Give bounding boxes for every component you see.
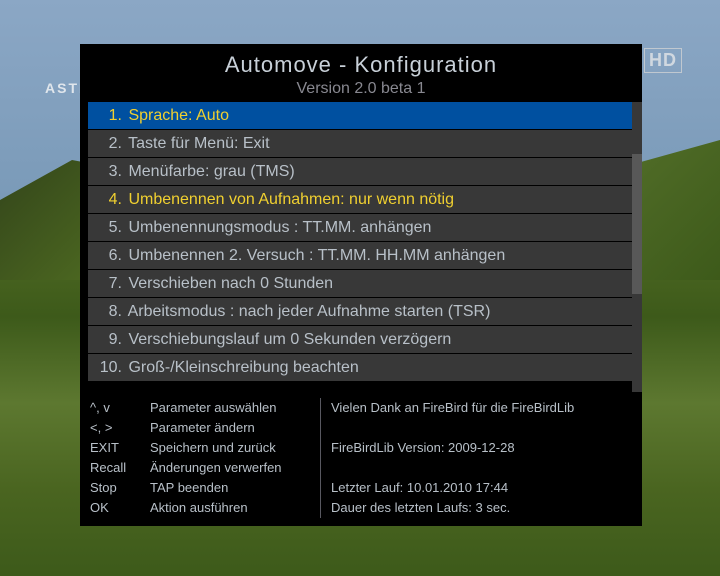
menu-item-label: Umbenennungsmodus : TT.MM. anhängen <box>124 219 431 236</box>
menu-list: 1. Sprache: Auto2. Taste für Menü: Exit3… <box>80 102 642 392</box>
menu-item-label: Menüfarbe: grau (TMS) <box>124 163 295 180</box>
menu-item-label: Verschieben nach 0 Stunden <box>124 275 333 292</box>
menu-item[interactable]: 4. Umbenennen von Aufnahmen: nur wenn nö… <box>88 186 634 214</box>
channel-logo: ASTI <box>45 80 85 96</box>
footer-desc: Speichern und zurück <box>150 438 320 458</box>
menu-item[interactable]: 3. Menüfarbe: grau (TMS) <box>88 158 634 186</box>
panel-header: Automove - Konfiguration Version 2.0 bet… <box>80 44 642 102</box>
menu-item-number: 5. <box>98 214 122 242</box>
menu-item[interactable]: 1. Sprache: Auto <box>88 102 634 130</box>
menu-item-number: 3. <box>98 158 122 186</box>
menu-item-number: 10. <box>98 354 122 382</box>
panel-version: Version 2.0 beta 1 <box>80 80 642 98</box>
footer-key: <, > <box>90 418 150 438</box>
menu-item-number: 1. <box>98 102 122 130</box>
menu-item[interactable]: 9. Verschiebungslauf um 0 Sekunden verzö… <box>88 326 634 354</box>
footer-desc: TAP beenden <box>150 478 320 498</box>
footer-info-line <box>331 418 632 438</box>
config-panel: Automove - Konfiguration Version 2.0 bet… <box>80 44 642 526</box>
menu-item-label: Umbenennen von Aufnahmen: nur wenn nötig <box>124 191 454 208</box>
footer-key: EXIT <box>90 438 150 458</box>
footer-info-line <box>331 458 632 478</box>
scrollbar-thumb[interactable] <box>632 154 642 294</box>
footer-info-line: Letzter Lauf: 10.01.2010 17:44 <box>331 478 632 498</box>
footer-key: OK <box>90 498 150 518</box>
menu-item[interactable]: 10. Groß-/Kleinschreibung beachten <box>88 354 634 382</box>
menu-item[interactable]: 7. Verschieben nach 0 Stunden <box>88 270 634 298</box>
footer-desc: Aktion ausführen <box>150 498 320 518</box>
menu-item-number: 7. <box>98 270 122 298</box>
hd-badge: HD <box>644 48 682 73</box>
menu-item[interactable]: 5. Umbenennungsmodus : TT.MM. anhängen <box>88 214 634 242</box>
footer: ^, v<, >EXITRecallStopOK Parameter auswä… <box>80 392 642 526</box>
footer-info-line: Vielen Dank an FireBird für die FireBird… <box>331 398 632 418</box>
menu-item-label: Sprache: Auto <box>124 107 229 124</box>
footer-key: Stop <box>90 478 150 498</box>
footer-info-line: Dauer des letzten Laufs: 3 sec. <box>331 498 632 518</box>
menu-item-label: Verschiebungslauf um 0 Sekunden verzöger… <box>124 331 451 348</box>
scrollbar-track[interactable] <box>632 102 642 392</box>
menu-item-number: 6. <box>98 242 122 270</box>
menu-item[interactable]: 2. Taste für Menü: Exit <box>88 130 634 158</box>
footer-desc: Parameter ändern <box>150 418 320 438</box>
menu-item[interactable]: 6. Umbenennen 2. Versuch : TT.MM. HH.MM … <box>88 242 634 270</box>
footer-desc: Parameter auswählen <box>150 398 320 418</box>
menu-item-label: Umbenennen 2. Versuch : TT.MM. HH.MM anh… <box>124 247 505 264</box>
footer-info-line: FireBirdLib Version: 2009-12-28 <box>331 438 632 458</box>
footer-desc: Änderungen verwerfen <box>150 458 320 478</box>
menu-item-label: Taste für Menü: Exit <box>124 135 270 152</box>
panel-title: Automove - Konfiguration <box>80 52 642 78</box>
menu-item[interactable]: 8. Arbeitsmodus : nach jeder Aufnahme st… <box>88 298 634 326</box>
menu-item-number: 9. <box>98 326 122 354</box>
footer-key: Recall <box>90 458 150 478</box>
menu-item-number: 2. <box>98 130 122 158</box>
menu-item-label: Arbeitsmodus : nach jeder Aufnahme start… <box>124 303 490 320</box>
menu-item-number: 4. <box>98 186 122 214</box>
footer-key: ^, v <box>90 398 150 418</box>
menu-item-label: Groß-/Kleinschreibung beachten <box>124 359 359 376</box>
menu-item-number: 8. <box>98 298 122 326</box>
